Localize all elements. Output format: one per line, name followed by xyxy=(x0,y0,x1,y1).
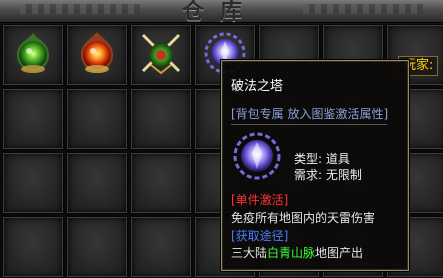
window-title-bar: 仓库 xyxy=(0,0,443,25)
inventory-slot-1[interactable] xyxy=(2,24,64,86)
inventory-slot-17[interactable] xyxy=(130,152,192,214)
item-source: 三大陆白青山脉地图产出 xyxy=(231,244,363,261)
source-location-link: 白青山脉 xyxy=(267,246,316,260)
inventory-slot-9[interactable] xyxy=(66,88,128,150)
inventory-slot-23[interactable] xyxy=(66,216,128,278)
inventory-slot-2[interactable] xyxy=(66,24,128,86)
green-fire-orb-icon xyxy=(17,33,49,73)
inventory-slot-3[interactable] xyxy=(130,24,192,86)
item-effect: 免疫所有地图内的天雷伤害 xyxy=(231,211,376,225)
inventory-slot-22[interactable] xyxy=(2,216,64,278)
red-fire-orb-icon xyxy=(80,32,114,73)
crossed-swords-orb-icon xyxy=(141,33,181,75)
source-suffix: 地图产出 xyxy=(315,246,364,260)
inventory-slot-15[interactable] xyxy=(2,152,64,214)
inventory-slot-24[interactable] xyxy=(130,216,192,278)
inventory-slot-10[interactable] xyxy=(130,88,192,150)
source-prefix: 三大陆 xyxy=(231,246,268,260)
inventory-slot-8[interactable] xyxy=(2,88,64,150)
item-tag: [背包专属 放入图鉴激活属性] xyxy=(231,107,389,121)
inventory-slot-16[interactable] xyxy=(66,152,128,214)
window-title: 仓库 xyxy=(181,0,258,25)
item-type: 类型: 道具 xyxy=(294,152,350,166)
purple-tower-orb-icon xyxy=(233,132,281,180)
set-activation-header: [单件激活] xyxy=(231,193,289,207)
item-tooltip: 破法之塔 [背包专属 放入图鉴激活属性] 类型: 道具 需求: 无限制 [单件激… xyxy=(221,60,409,271)
item-requirement: 需求: 无限制 xyxy=(294,168,362,182)
source-header: [获取途径] xyxy=(231,229,289,243)
item-name: 破法之塔 xyxy=(231,79,284,94)
tooltip-divider xyxy=(231,124,387,125)
